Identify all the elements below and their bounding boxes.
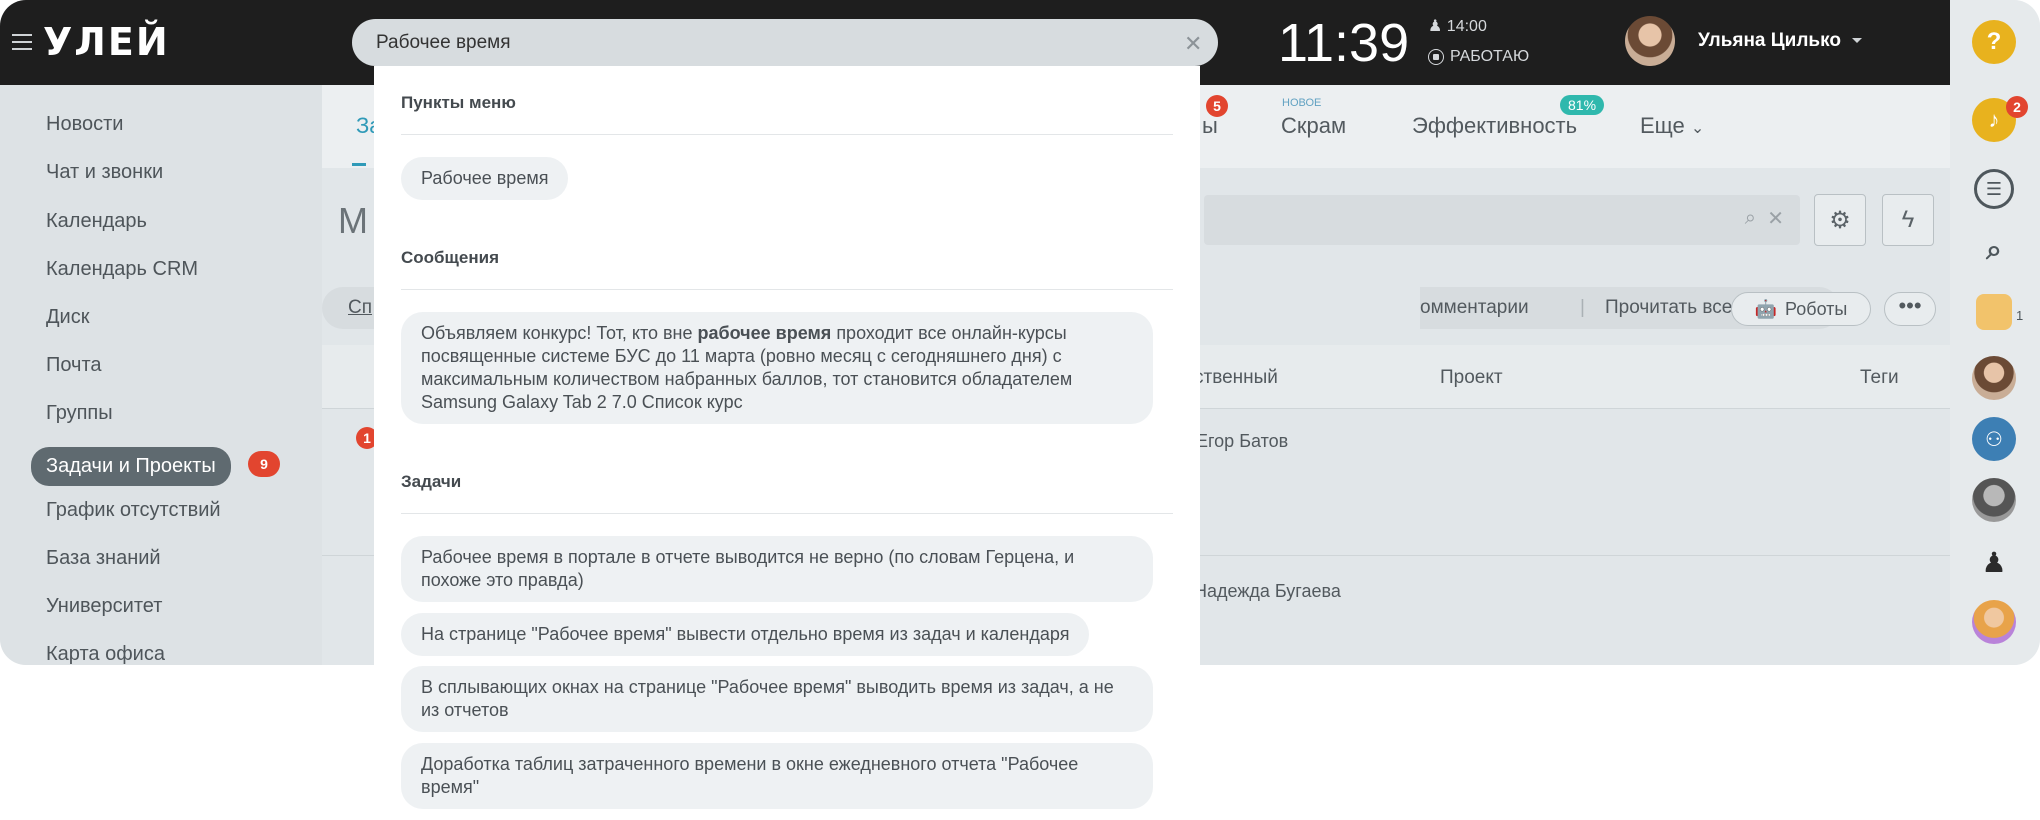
avatar[interactable]: [1972, 356, 2016, 400]
sidebar-item-absence[interactable]: График отсутствий: [46, 499, 221, 522]
notifications-badge: 2: [2006, 96, 2028, 118]
read-all-link[interactable]: Прочитать все: [1605, 297, 1732, 319]
person-icon[interactable]: ♟: [1972, 540, 2016, 584]
right-rail: ? ♪ 2 ☰ ⌕ 1 ⚇ ♟: [1950, 0, 2040, 665]
search-icon[interactable]: ⌕: [1972, 228, 2016, 272]
tab-more[interactable]: Еще ⌄: [1640, 113, 1704, 139]
sidebar-item-news[interactable]: Новости: [46, 113, 123, 136]
tasks-count-badge: 9: [248, 451, 280, 477]
tab-scrum[interactable]: Скрам: [1281, 113, 1346, 139]
robot-icon: 🤖: [1754, 298, 1778, 319]
avatar[interactable]: [1625, 16, 1675, 66]
chevron-down-icon[interactable]: [1852, 38, 1862, 43]
gear-icon[interactable]: ⚙: [1814, 194, 1866, 246]
message-text: Объявляем конкурс! Тот, кто вне: [421, 323, 698, 343]
section-title-menu: Пункты меню: [401, 93, 516, 112]
avatar[interactable]: [1972, 478, 2016, 522]
message-result-item[interactable]: Объявляем конкурс! Тот, кто вне рабочее …: [401, 312, 1153, 424]
robots-label: Роботы: [1785, 298, 1848, 319]
sidebar-item-groups[interactable]: Группы: [46, 402, 113, 425]
divider: [401, 513, 1173, 514]
worktime-value: 14:00: [1446, 18, 1487, 35]
worktime-label[interactable]: ♟ 14:00: [1428, 16, 1487, 36]
chat-icon[interactable]: ☰: [1974, 169, 2014, 209]
message-highlight: рабочее время: [697, 323, 832, 343]
robots-button[interactable]: 🤖 Роботы: [1731, 292, 1871, 326]
sidebar-item-crm-calendar[interactable]: Календарь CRM: [46, 258, 198, 281]
sidebar-item-calendar[interactable]: Календарь: [46, 210, 147, 233]
separator: |: [1580, 297, 1585, 318]
row-responsible[interactable]: Егор Батов: [1196, 431, 1288, 452]
task-result-item[interactable]: В сплывающих окнах на странице "Рабочее …: [401, 666, 1153, 732]
col-responsible[interactable]: ственный: [1194, 367, 1278, 389]
efficiency-badge: 81%: [1560, 95, 1605, 115]
row-responsible[interactable]: Надежда Бугаева: [1194, 581, 1341, 602]
task-result-item[interactable]: На странице "Рабочее время" вывести отде…: [401, 613, 1090, 656]
tab-more-label: Еще: [1640, 113, 1685, 138]
divider: [401, 289, 1173, 290]
sidebar-item-university[interactable]: Университет: [46, 595, 162, 618]
sidebar-item-disk[interactable]: Диск: [46, 306, 89, 329]
help-icon[interactable]: ?: [1972, 20, 2016, 64]
filter-input[interactable]: ⌕ ✕: [1204, 195, 1800, 245]
group-icon[interactable]: ⚇: [1972, 417, 2016, 461]
bell-small-icon: ♟: [1428, 18, 1443, 35]
search-input[interactable]: [376, 28, 1136, 58]
clock[interactable]: 11:39: [1278, 12, 1409, 74]
section-title-tasks: Задачи: [401, 472, 462, 491]
task-result-item[interactable]: Рабочее время в портале в отчете выводит…: [401, 536, 1153, 602]
work-status[interactable]: РАБОТАЮ: [1428, 48, 1529, 66]
page-title: М: [338, 200, 368, 241]
task-result-item[interactable]: Доработка таблиц затраченного времени в …: [401, 743, 1153, 809]
menu-result-item[interactable]: Рабочее время: [401, 157, 569, 200]
tab-partial[interactable]: ы: [1202, 113, 1218, 139]
search-results-dropdown: Пункты меню Рабочее время Сообщения Объя…: [374, 66, 1200, 820]
search-box[interactable]: ✕: [352, 19, 1218, 66]
search-icon[interactable]: ⌕: [1745, 207, 1756, 230]
close-icon[interactable]: ✕: [1184, 31, 1202, 57]
section-title-messages: Сообщения: [401, 248, 499, 267]
work-status-label: РАБОТАЮ: [1450, 48, 1530, 65]
more-options-button[interactable]: •••: [1884, 292, 1936, 326]
tab-new-label: НОВОЕ: [1282, 97, 1322, 109]
comments-link[interactable]: омментарии: [1420, 297, 1529, 319]
chevron-down-icon: ⌄: [1690, 120, 1705, 137]
avatar[interactable]: [1972, 600, 2016, 644]
tab-efficiency[interactable]: Эффективность: [1412, 113, 1577, 139]
sidebar-item-tasks[interactable]: Задачи и Проекты: [31, 447, 231, 486]
filter-pill-label: Сп: [348, 297, 373, 318]
sidebar-item-chat[interactable]: Чат и звонки: [46, 161, 163, 184]
divider: [401, 134, 1173, 135]
sidebar-item-mail[interactable]: Почта: [46, 354, 102, 377]
stop-icon: [1428, 49, 1444, 65]
logo[interactable]: УЛЕЙ: [43, 20, 170, 64]
close-icon[interactable]: ✕: [1767, 206, 1784, 231]
user-name[interactable]: Ульяна Цилько: [1698, 30, 1841, 52]
cart-icon[interactable]: [1976, 294, 2012, 330]
menu-burger-icon[interactable]: [12, 34, 32, 50]
cart-count: 1: [2016, 308, 2024, 323]
left-sidebar: Новости Чат и звонки Календарь Календарь…: [0, 85, 322, 665]
col-tags[interactable]: Теги: [1860, 367, 1899, 389]
sidebar-item-knowledge[interactable]: База знаний: [46, 547, 161, 570]
lightning-icon[interactable]: ϟ: [1882, 194, 1934, 246]
sidebar-item-office-map[interactable]: Карта офиса: [46, 643, 165, 665]
col-project[interactable]: Проект: [1440, 367, 1503, 389]
active-tab-underline: [352, 163, 366, 166]
